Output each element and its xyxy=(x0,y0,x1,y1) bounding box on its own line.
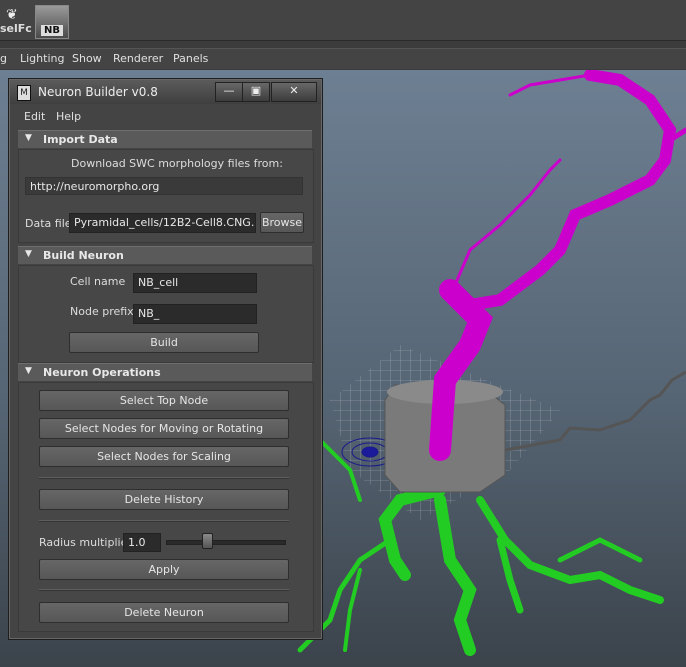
select-top-node-button[interactable]: Select Top Node xyxy=(39,390,289,411)
window-titlebar[interactable]: M Neuron Builder v0.8 — ▣ ✕ xyxy=(10,80,321,104)
delete-neuron-button[interactable]: Delete Neuron xyxy=(39,602,289,623)
cell-name-label: Cell name xyxy=(70,275,126,288)
radius-slider-track[interactable] xyxy=(166,540,286,545)
radius-multiplier-label: Radius multiplier xyxy=(39,536,132,549)
radius-slider-handle[interactable] xyxy=(201,533,213,549)
browse-button[interactable]: Browse xyxy=(260,212,304,233)
neuron-builder-shelf-button[interactable]: NB xyxy=(35,5,69,39)
maximize-button[interactable]: ▣ xyxy=(242,82,270,102)
shelf-button-label: selFc xyxy=(0,22,32,35)
viewport-menu-renderer[interactable]: Renderer xyxy=(113,52,163,65)
import-data-header[interactable]: ▼ Import Data xyxy=(18,130,312,148)
delete-history-button[interactable]: Delete History xyxy=(39,489,289,510)
source-url: http://neuromorpho.org xyxy=(25,177,303,195)
neuron-operations-header[interactable]: ▼ Neuron Operations xyxy=(18,363,312,381)
viewport-menu-panels[interactable]: Panels xyxy=(173,52,208,65)
build-neuron-header[interactable]: ▼ Build Neuron xyxy=(18,246,312,264)
select-move-rotate-button[interactable]: Select Nodes for Moving or Rotating xyxy=(39,418,289,439)
section-title: Neuron Operations xyxy=(43,366,161,379)
build-button[interactable]: Build xyxy=(69,332,259,353)
cell-name-field[interactable]: NB_cell xyxy=(133,273,257,293)
section-title: Build Neuron xyxy=(43,249,124,262)
data-file-label: Data file xyxy=(25,217,72,230)
selfc-shelf-button[interactable]: ❦ selFc xyxy=(0,5,32,37)
viewport-menu-view[interactable]: g xyxy=(0,52,7,65)
section-title: Import Data xyxy=(43,133,118,146)
window-menu-bar: Edit Help xyxy=(10,107,321,125)
node-prefix-label: Node prefix xyxy=(70,305,134,318)
divider xyxy=(39,520,289,522)
menu-edit[interactable]: Edit xyxy=(24,110,45,123)
collapse-arrow-icon: ▼ xyxy=(25,366,32,376)
shelf-button-label: NB xyxy=(41,25,63,36)
divider xyxy=(39,589,289,591)
viewport-menu-bar: g Lighting Show Renderer Panels xyxy=(0,48,686,69)
select-scaling-button[interactable]: Select Nodes for Scaling xyxy=(39,446,289,467)
selfc-shelf-icon: ❦ xyxy=(6,7,18,23)
apply-button[interactable]: Apply xyxy=(39,559,289,580)
neuron-builder-window: M Neuron Builder v0.8 — ▣ ✕ Edit Help ▼ … xyxy=(8,78,323,640)
node-prefix-field[interactable]: NB_ xyxy=(133,304,257,324)
minimize-button[interactable]: — xyxy=(215,82,243,102)
window-title: Neuron Builder v0.8 xyxy=(38,85,158,99)
maya-app-icon: M xyxy=(17,85,31,101)
close-button[interactable]: ✕ xyxy=(271,82,317,102)
viewport-menu-lighting[interactable]: Lighting xyxy=(20,52,64,65)
data-file-field[interactable]: Pyramidal_cells/12B2-Cell8.CNG.swc6 xyxy=(69,213,256,233)
viewport-menu-show[interactable]: Show xyxy=(72,52,102,65)
menu-help[interactable]: Help xyxy=(56,110,81,123)
radius-multiplier-field[interactable]: 1.0 xyxy=(123,533,161,552)
shelf-bar: ❦ selFc NB xyxy=(0,0,686,41)
collapse-arrow-icon: ▼ xyxy=(25,133,32,143)
collapse-arrow-icon: ▼ xyxy=(25,249,32,259)
divider xyxy=(39,477,289,479)
download-text: Download SWC morphology files from: xyxy=(71,157,283,170)
